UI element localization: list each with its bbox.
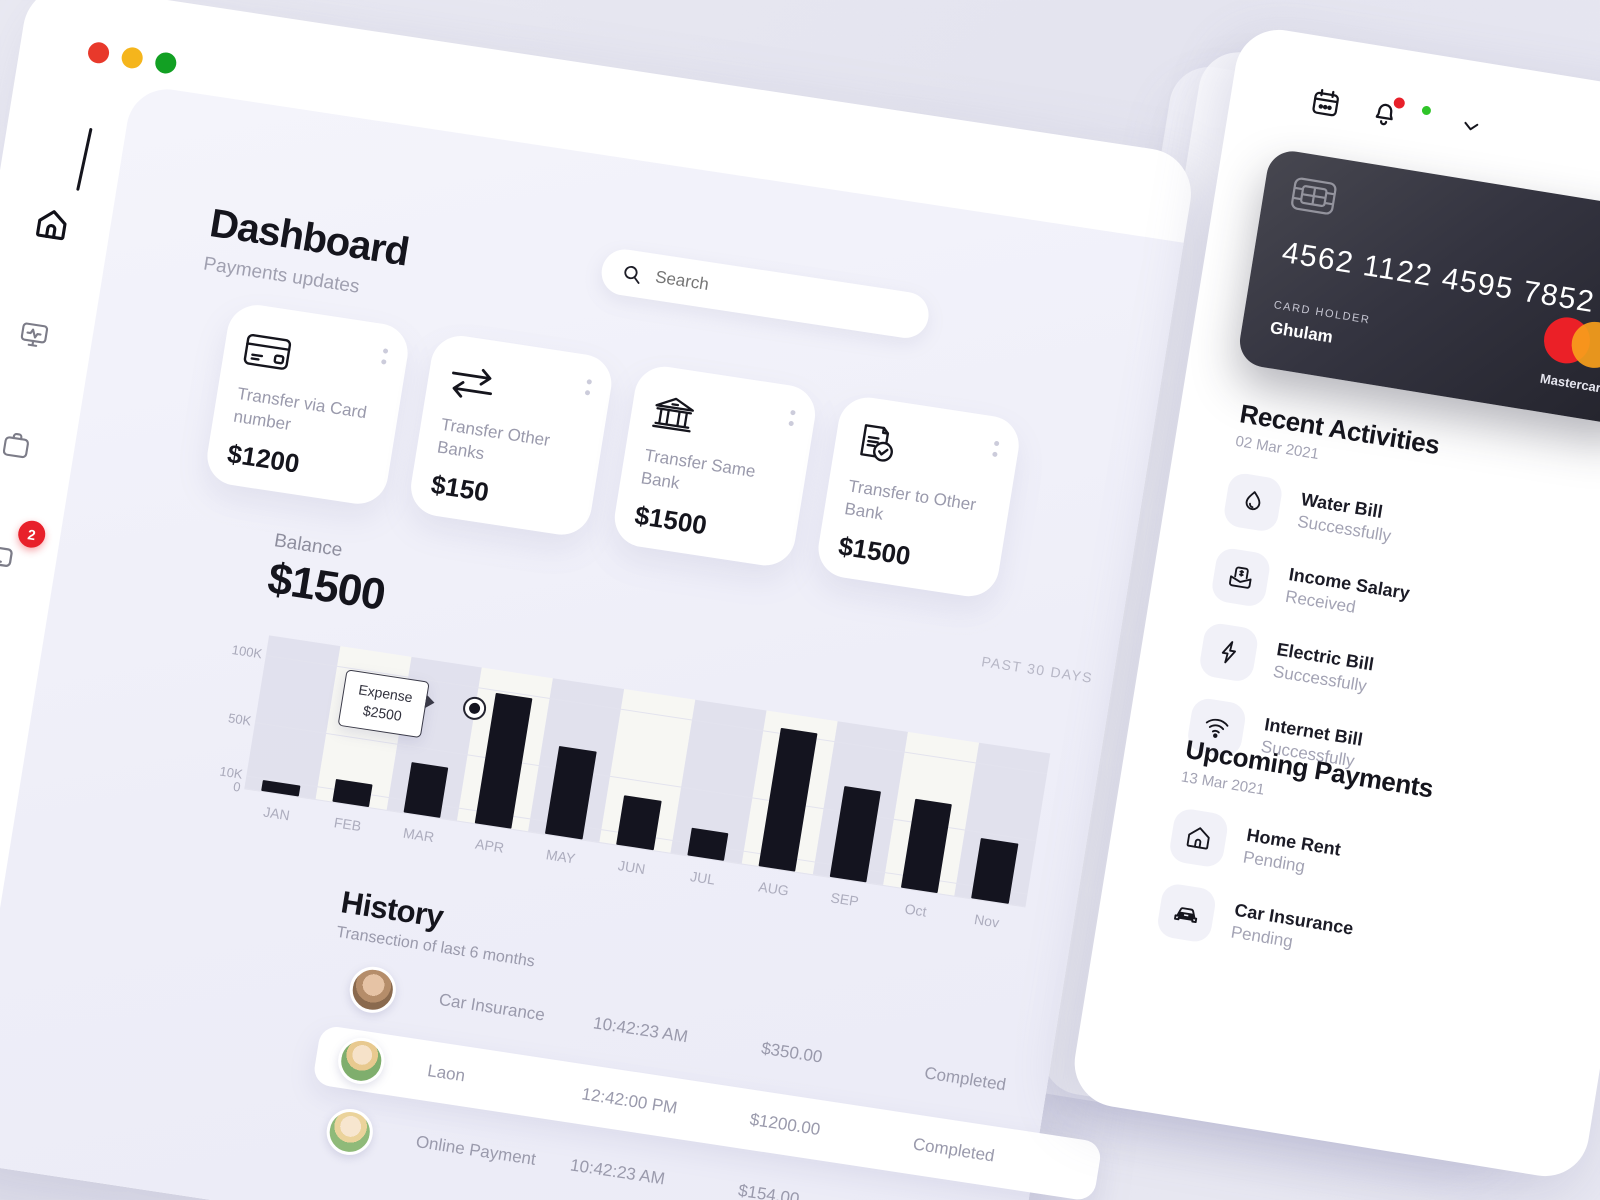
chart-bar-slot[interactable]	[954, 836, 1035, 907]
transaction-name: Online Payment	[414, 1132, 538, 1169]
chart-bar[interactable]	[545, 746, 597, 840]
minimize-window-button[interactable]	[120, 45, 145, 70]
bell-icon[interactable]	[1368, 95, 1406, 129]
chart-x-tick: FEB	[332, 814, 363, 835]
transaction-amount: $1200.00	[748, 1109, 822, 1140]
credit-card-icon	[241, 326, 389, 393]
car-icon	[1155, 881, 1218, 944]
sidebar-item-rewards[interactable]	[0, 636, 11, 697]
sidebar-item-cards[interactable]: 2	[0, 518, 48, 586]
home-icon	[1167, 806, 1230, 869]
chart-x-tick: MAR	[401, 824, 436, 846]
chart-x-tick: Oct	[903, 900, 928, 920]
panel-topbar	[1309, 86, 1486, 143]
invoice-check-icon	[852, 418, 1000, 485]
card-menu-button[interactable]	[584, 379, 593, 396]
transfer-card-other-bank[interactable]: Transfer to Other Bank $1500	[814, 393, 1024, 601]
app-window: 2 Dashboard Payments updates Search Tran…	[0, 0, 1198, 1200]
sidebar-item-wallet[interactable]	[0, 415, 47, 476]
chip-icon	[1289, 176, 1338, 217]
dashboard-surface: Dashboard Payments updates Search Transf…	[0, 83, 1184, 1200]
briefcase-icon	[0, 428, 33, 462]
transfer-arrows-icon	[445, 357, 593, 424]
avatar	[346, 963, 400, 1016]
transaction-amount: $350.00	[759, 1038, 824, 1067]
chart-x-tick: MAY	[544, 846, 577, 867]
maximize-window-button[interactable]	[153, 51, 178, 75]
transfer-card-label: Transfer Same Bank	[639, 445, 757, 493]
window-traffic-lights	[86, 40, 178, 75]
sidebar-item-home[interactable]	[21, 194, 83, 255]
chart-bar[interactable]	[829, 786, 882, 883]
card-menu-button[interactable]	[380, 348, 389, 365]
transfer-card-label: Transfer via Card number	[232, 383, 369, 435]
bank-icon	[648, 387, 796, 454]
transfer-card-label: Transfer to Other Bank	[843, 476, 978, 524]
chart-x-tick: SEP	[829, 889, 860, 910]
chart-x-tick: APR	[474, 835, 506, 856]
chart-y-tick: 50K	[227, 709, 253, 729]
calendar-icon[interactable]	[1309, 86, 1343, 120]
chart-bar-slot[interactable]	[670, 825, 746, 864]
transaction-status: Completed	[911, 1134, 996, 1166]
income-icon	[1209, 546, 1272, 609]
home-icon	[33, 205, 72, 244]
bank-card[interactable]: 4562 1122 4595 7852 CARD HOLDER Ghulam M…	[1236, 147, 1600, 428]
transfer-card-via-card-number[interactable]: Transfer via Card number $1200	[202, 301, 413, 508]
avatar	[323, 1105, 377, 1159]
chart-x-tick: AUG	[757, 878, 790, 899]
chart-bar[interactable]	[758, 727, 818, 872]
chart-bar-slot[interactable]	[599, 793, 678, 853]
chart-bar-slot[interactable]	[244, 778, 317, 799]
transaction-time: 10:42:23 AM	[568, 1155, 667, 1189]
transaction-time: 12:42:00 PM	[580, 1084, 679, 1118]
transaction-status: Completed	[923, 1063, 1008, 1095]
transaction-name: Car Insurance	[437, 989, 547, 1025]
transaction-time: 10:42:23 AM	[591, 1013, 690, 1047]
transaction-amount: $154.00	[736, 1180, 801, 1200]
transfer-card-other-banks[interactable]: Transfer Other Banks $150	[406, 331, 616, 539]
transfer-card-same-bank[interactable]: Transfer Same Bank $1500	[610, 362, 820, 570]
chart-y-tick: 100K	[230, 642, 264, 662]
card-icon	[0, 538, 17, 574]
cards-badge-count: 2	[16, 518, 48, 550]
chart-x-tick: JUN	[616, 857, 647, 878]
sidebar-item-analytics[interactable]	[3, 304, 65, 365]
chevron-down-icon[interactable]	[1457, 113, 1485, 141]
chart-x-tick: JAN	[262, 803, 291, 824]
chart-bar[interactable]	[616, 795, 662, 851]
card-menu-button[interactable]	[992, 440, 1000, 458]
chart-y-tick: 10K	[218, 763, 244, 782]
chart-bar[interactable]	[971, 838, 1019, 904]
online-status-dot	[1418, 103, 1434, 118]
transfer-card-label: Transfer Other Banks	[435, 414, 552, 464]
transaction-name: Laon	[426, 1061, 467, 1086]
search-icon	[620, 262, 644, 286]
chart-bar[interactable]	[900, 798, 952, 894]
chart-x-tick: Nov	[973, 911, 1001, 931]
avatar	[334, 1034, 388, 1088]
chart-bar-slot[interactable]	[315, 776, 390, 809]
chart-bar-slot[interactable]	[386, 759, 465, 820]
chart-bar[interactable]	[403, 761, 449, 818]
close-window-button[interactable]	[86, 40, 111, 65]
chart-bar[interactable]	[687, 827, 729, 861]
bolt-icon	[1197, 621, 1260, 684]
chart-x-tick: JUL	[689, 868, 717, 888]
monitor-pulse-icon	[17, 318, 51, 352]
notification-dot	[1392, 96, 1406, 110]
water-drop-icon	[1222, 471, 1285, 534]
card-menu-button[interactable]	[788, 409, 796, 427]
